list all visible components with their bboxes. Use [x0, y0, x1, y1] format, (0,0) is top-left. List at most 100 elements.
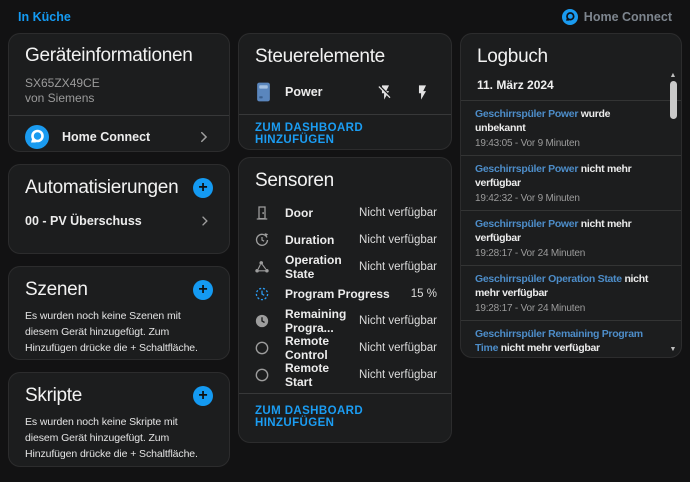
sensor-label: Operation State — [285, 253, 359, 281]
logbook-time: 19:43:05 - Vor 9 Minuten — [475, 138, 657, 149]
logbook-message: Geschirrspüler Power wurde unbekannt — [475, 107, 657, 135]
power-buttons — [377, 84, 435, 101]
state-machine-icon — [253, 258, 273, 276]
add-sensors-to-dashboard-button[interactable]: ZUM DASHBOARD HINZUFÜGEN — [255, 405, 435, 429]
chevron-right-icon — [197, 213, 213, 229]
automations-header: Automatisierungen + — [25, 177, 213, 199]
sensor-list: Door Nicht verfügbar Duration Nich — [253, 199, 437, 388]
integration-row[interactable]: Home Connect — [9, 116, 229, 152]
right-column: Logbuch 11. März 2024 Geschirrspüler Pow… — [460, 33, 682, 358]
scripts-title: Skripte — [25, 385, 82, 407]
home-connect-logo-icon — [25, 125, 49, 149]
sensor-row-remaining-program-time[interactable]: Remaining Progra... Nicht verfügbar — [253, 307, 437, 334]
timer-icon — [253, 231, 273, 249]
logbook-message: Geschirrspüler Power nicht mehr verfügba… — [475, 162, 657, 190]
device-info-card: Geräteinformationen SX65ZX49CE von Sieme… — [8, 33, 230, 152]
sensor-label: Door — [285, 206, 359, 220]
breadcrumb[interactable]: In Küche — [18, 10, 71, 24]
door-icon — [253, 204, 273, 222]
sensor-value: Nicht verfügbar — [359, 342, 437, 354]
scenes-header: Szenen + — [25, 279, 213, 301]
scripts-empty-text: Es wurden noch keine Skripte mit diesem … — [25, 414, 213, 462]
circle-outline-icon — [253, 366, 273, 384]
scrollbar-thumb[interactable] — [670, 81, 677, 119]
left-column: Geräteinformationen SX65ZX49CE von Sieme… — [8, 33, 230, 467]
sensor-row-program-progress[interactable]: Program Progress 15 % — [253, 280, 437, 307]
logbook-entries: Geschirrspüler Power wurde unbekannt 19:… — [461, 100, 681, 358]
sensor-value: Nicht verfügbar — [359, 369, 437, 381]
topbar: In Küche Home Connect — [0, 0, 690, 26]
add-automation-button[interactable]: + — [193, 178, 213, 198]
sensor-row-remote-start[interactable]: Remote Start Nicht verfügbar — [253, 361, 437, 388]
scenes-empty-text: Es wurden noch keine Szenen mit diesem G… — [25, 308, 213, 356]
scripts-card: Skripte + Es wurden noch keine Skripte m… — [8, 372, 230, 467]
logbook-title: Logbuch — [461, 46, 681, 68]
logbook-date-header: 11. März 2024 — [461, 68, 681, 100]
middle-column: Steuerelemente Power — [238, 33, 452, 443]
device-model: SX65ZX49CE — [25, 76, 213, 91]
sensor-label: Duration — [285, 233, 359, 247]
circle-outline-icon — [253, 339, 273, 357]
sensor-row-operation-state[interactable]: Operation State Nicht verfügbar — [253, 253, 437, 280]
scenes-title: Szenen — [25, 279, 88, 301]
logbook-entry: Geschirrspüler Remaining Program Time ni… — [461, 320, 681, 358]
sensors-footer: ZUM DASHBOARD HINZUFÜGEN — [253, 394, 437, 440]
sensor-row-door[interactable]: Door Nicht verfügbar — [253, 199, 437, 226]
add-scene-button[interactable]: + — [193, 280, 213, 300]
scrollbar-down-icon[interactable]: ▼ — [670, 346, 677, 353]
logbook-time: 19:28:17 - Vor 24 Minuten — [475, 303, 657, 314]
sensor-row-remote-control[interactable]: Remote Control Nicht verfügbar — [253, 334, 437, 361]
sensor-value: Nicht verfügbar — [359, 207, 437, 219]
power-label: Power — [285, 85, 377, 99]
sensor-value: 15 % — [411, 288, 437, 300]
automation-item[interactable]: 00 - PV Überschuss — [25, 213, 213, 229]
logbook-entry: Geschirrspüler Operation State nicht meh… — [461, 265, 681, 320]
logbook-time: 19:42:32 - Vor 9 Minuten — [475, 193, 657, 204]
automation-label: 00 - PV Überschuss — [25, 214, 197, 228]
sensors-title: Sensoren — [253, 170, 437, 192]
logbook-action: nicht mehr verfügbar — [501, 342, 600, 354]
logbook-message: Geschirrspüler Power nicht mehr verfügba… — [475, 217, 657, 245]
flash-icon[interactable] — [414, 84, 431, 101]
content-columns: Geräteinformationen SX65ZX49CE von Sieme… — [0, 26, 690, 467]
power-control-row[interactable]: Power — [255, 77, 435, 107]
automations-card: Automatisierungen + 00 - PV Überschuss — [8, 164, 230, 254]
logbook-entry: Geschirrspüler Power wurde unbekannt 19:… — [461, 100, 681, 155]
sensor-value: Nicht verfügbar — [359, 315, 437, 327]
logbook-scrollbar[interactable]: ▲ ▼ — [667, 72, 679, 353]
scrollbar-up-icon[interactable]: ▲ — [670, 72, 677, 79]
brand-label: Home Connect — [584, 10, 672, 24]
logbook-message: Geschirrspüler Remaining Program Time ni… — [475, 327, 657, 355]
controls-card: Steuerelemente Power — [238, 33, 452, 150]
sensor-label: Remaining Progra... — [285, 307, 359, 335]
sensor-value: Nicht verfügbar — [359, 234, 437, 246]
sensor-label: Program Progress — [285, 287, 411, 301]
add-script-button[interactable]: + — [193, 386, 213, 406]
brand: Home Connect — [562, 9, 672, 25]
clock-icon — [253, 312, 273, 330]
add-controls-to-dashboard-button[interactable]: ZUM DASHBOARD HINZUFÜGEN — [255, 122, 435, 146]
device-page: In Küche Home Connect Geräteinformatione… — [0, 0, 690, 482]
scenes-card: Szenen + Es wurden noch keine Szenen mit… — [8, 266, 230, 360]
sensor-row-duration[interactable]: Duration Nicht verfügbar — [253, 226, 437, 253]
logbook-time: 19:28:17 - Vor 24 Minuten — [475, 248, 657, 259]
controls-title: Steuerelemente — [255, 46, 435, 68]
flash-off-icon[interactable] — [377, 84, 394, 101]
device-manufacturer: von Siemens — [25, 91, 213, 106]
progress-clock-icon — [253, 285, 273, 303]
logbook-entry: Geschirrspüler Power nicht mehr verfügba… — [461, 155, 681, 210]
sensor-label: Remote Start — [285, 361, 359, 389]
logbook-entity-link[interactable]: Geschirrspüler Power — [475, 108, 578, 120]
sensor-value: Nicht verfügbar — [359, 261, 437, 273]
chevron-right-icon — [195, 128, 213, 146]
device-info-title: Geräteinformationen — [25, 45, 213, 67]
power-device-icon — [255, 81, 272, 103]
logbook-entity-link[interactable]: Geschirrspüler Power — [475, 163, 578, 175]
scripts-header: Skripte + — [25, 385, 213, 407]
logbook-entry: Geschirrspüler Power nicht mehr verfügba… — [461, 210, 681, 265]
logbook-entity-link[interactable]: Geschirrspüler Power — [475, 218, 578, 230]
logbook-entity-link[interactable]: Geschirrspüler Operation State — [475, 273, 622, 285]
sensors-card: Sensoren Door Nicht verfügbar — [238, 157, 452, 443]
controls-footer: ZUM DASHBOARD HINZUFÜGEN — [239, 115, 451, 150]
home-connect-logo-icon — [562, 9, 578, 25]
